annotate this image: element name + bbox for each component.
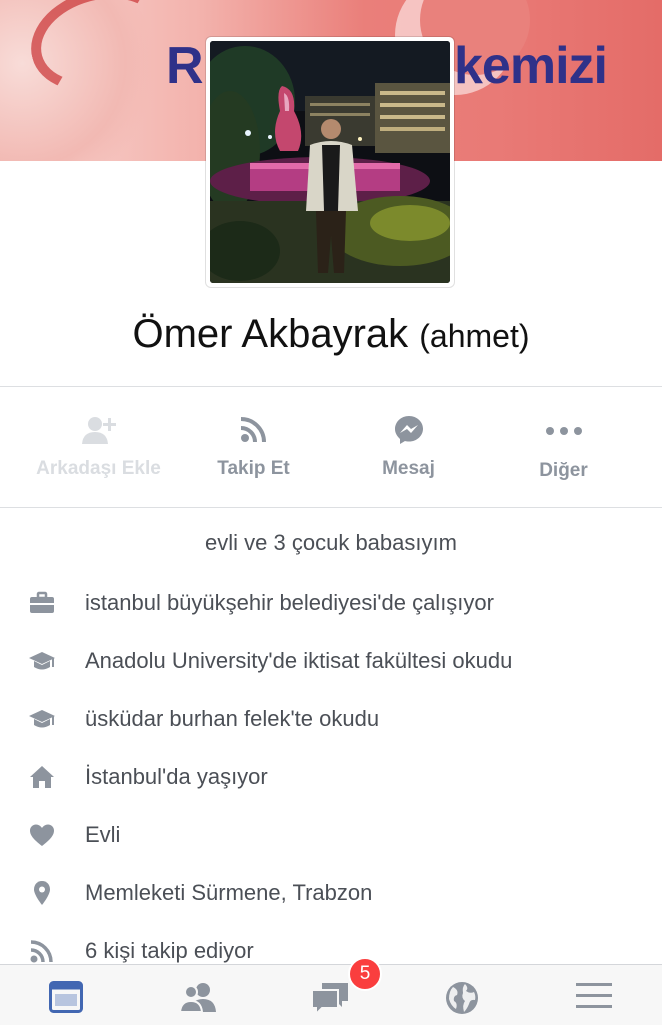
- info-text: üsküdar burhan felek'te okudu: [85, 706, 380, 731]
- add-friend-label: Arkadaşı Ekle: [36, 458, 161, 479]
- graduation-cap-icon: [29, 710, 55, 728]
- more-button[interactable]: Diğer: [481, 388, 646, 506]
- info-row-education[interactable]: üsküdar burhan felek'te okudu: [0, 700, 662, 740]
- more-label: Diğer: [539, 460, 588, 481]
- info-text: 6 kişi takip ediyor: [85, 938, 254, 963]
- add-friend-button[interactable]: Arkadaşı Ekle: [16, 388, 181, 506]
- info-row-lives-in[interactable]: İstanbul'da yaşıyor: [0, 758, 662, 798]
- heart-icon: [30, 824, 54, 846]
- friends-icon: [178, 983, 216, 1013]
- location-pin-icon: [34, 881, 50, 905]
- add-friend-icon: [81, 417, 116, 444]
- rss-icon: [240, 417, 266, 443]
- info-text: Evli: [85, 822, 121, 847]
- info-row-work[interactable]: istanbul büyükşehir belediyesi'de çalışı…: [0, 584, 662, 624]
- messenger-icon: [394, 416, 423, 444]
- info-row-relationship[interactable]: Evli: [0, 816, 662, 856]
- rss-icon: [30, 940, 53, 963]
- cover-text-right: kemizi: [454, 37, 608, 95]
- news-feed-icon: [49, 981, 83, 1013]
- cover-text-left: R: [166, 37, 204, 95]
- home-icon: [30, 766, 54, 788]
- tab-menu[interactable]: [528, 965, 660, 1025]
- more-icon: [545, 427, 582, 435]
- follow-label: Takip Et: [217, 458, 290, 479]
- globe-icon: [446, 982, 478, 1014]
- profile-name: Ömer Akbayrak (ahmet): [0, 312, 662, 357]
- profile-alt-name: (ahmet): [419, 318, 530, 354]
- tab-news-feed[interactable]: [0, 965, 132, 1025]
- message-button[interactable]: Mesaj: [326, 388, 491, 506]
- messages-icon: [311, 983, 348, 1015]
- tab-notifications[interactable]: [396, 965, 528, 1025]
- info-row-hometown[interactable]: Memleketi Sürmene, Trabzon: [0, 874, 662, 914]
- bottom-tab-bar: 5: [0, 957, 662, 1025]
- menu-icon: [576, 983, 612, 1008]
- info-text: Anadolu University'de iktisat fakültesi …: [85, 648, 513, 673]
- info-text: İstanbul'da yaşıyor: [85, 764, 268, 789]
- profile-picture[interactable]: [206, 37, 454, 287]
- info-text: istanbul büyükşehir belediyesi'de çalışı…: [85, 590, 494, 615]
- graduation-cap-icon: [29, 652, 55, 670]
- info-text: Memleketi Sürmene, Trabzon: [85, 880, 373, 905]
- divider: [0, 386, 662, 387]
- profile-name-main: Ömer Akbayrak: [132, 312, 409, 356]
- messages-badge: 5: [348, 957, 382, 991]
- info-row-education[interactable]: Anadolu University'de iktisat fakültesi …: [0, 642, 662, 682]
- tab-friends[interactable]: [132, 965, 264, 1025]
- divider: [0, 507, 662, 508]
- briefcase-icon: [30, 591, 54, 613]
- profile-bio: evli ve 3 çocuk babasıyım: [205, 530, 457, 555]
- profile-photo-image: [210, 41, 450, 283]
- message-label: Mesaj: [382, 458, 435, 479]
- profile-actions: Arkadaşı Ekle Takip Et Mesaj Diğer: [0, 388, 662, 506]
- follow-button[interactable]: Takip Et: [171, 388, 336, 506]
